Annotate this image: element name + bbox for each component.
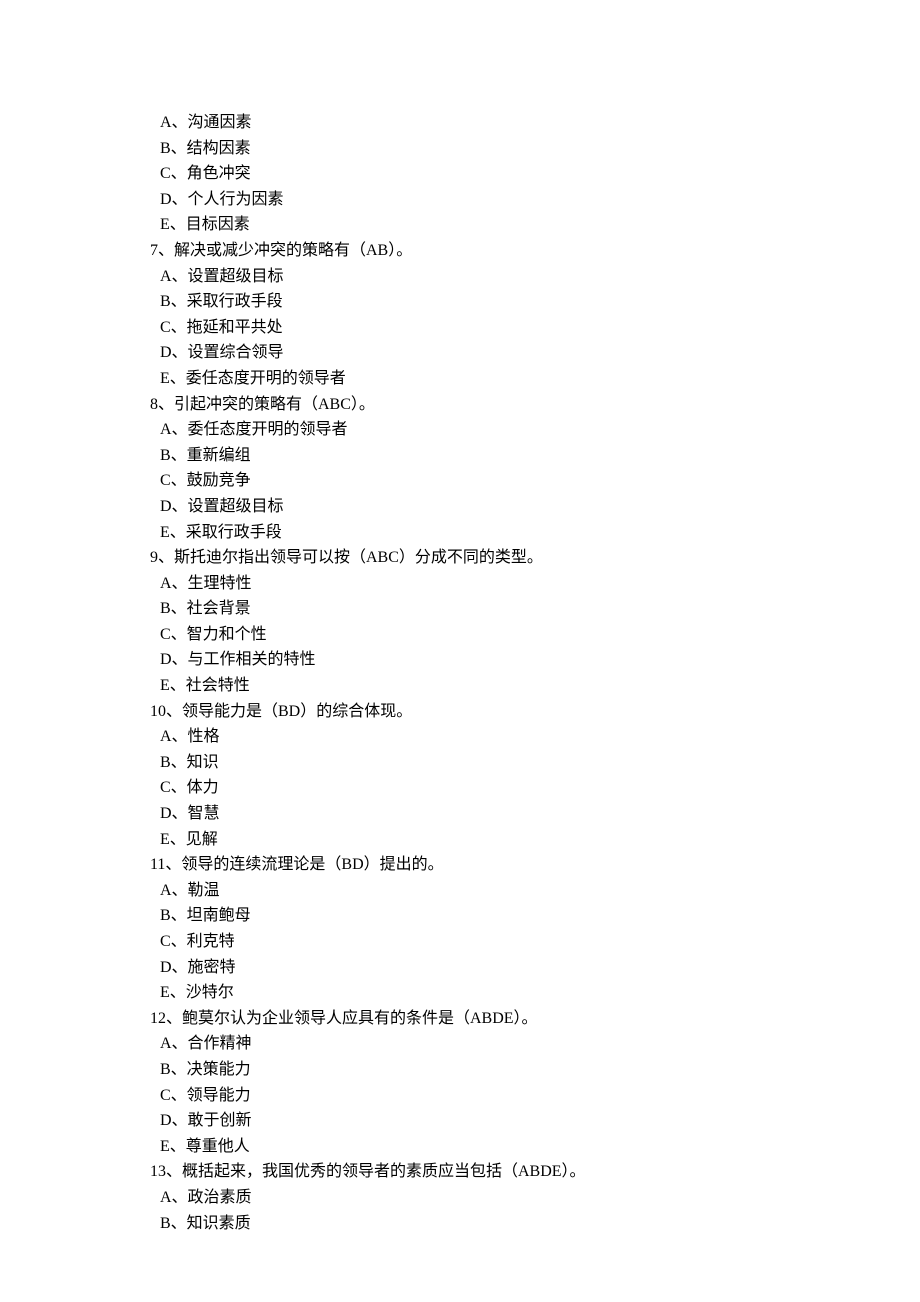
option-text: D、设置综合领导 [150, 340, 920, 366]
option-text: A、委任态度开明的领导者 [150, 417, 920, 443]
option-text: A、政治素质 [150, 1185, 920, 1211]
option-text: B、坦南鲍母 [150, 903, 920, 929]
option-text: B、知识 [150, 750, 920, 776]
question-text: 10、领导能力是（BD）的综合体现。 [150, 699, 920, 725]
option-text: B、结构因素 [150, 136, 920, 162]
option-text: B、采取行政手段 [150, 289, 920, 315]
question-text: 7、解决或减少冲突的策略有（AB）。 [150, 238, 920, 264]
option-text: C、鼓励竞争 [150, 468, 920, 494]
option-text: C、拖延和平共处 [150, 315, 920, 341]
option-text: B、社会背景 [150, 596, 920, 622]
option-text: D、个人行为因素 [150, 187, 920, 213]
option-text: D、敢于创新 [150, 1108, 920, 1134]
option-text: A、设置超级目标 [150, 264, 920, 290]
option-text: E、目标因素 [150, 212, 920, 238]
option-text: A、勒温 [150, 878, 920, 904]
option-text: D、施密特 [150, 955, 920, 981]
option-text: D、与工作相关的特性 [150, 647, 920, 673]
question-text: 12、鲍莫尔认为企业领导人应具有的条件是（ABDE）。 [150, 1006, 920, 1032]
option-text: E、社会特性 [150, 673, 920, 699]
question-text: 13、概括起来，我国优秀的领导者的素质应当包括（ABDE）。 [150, 1159, 920, 1185]
question-text: 9、斯托迪尔指出领导可以按（ABC）分成不同的类型。 [150, 545, 920, 571]
option-text: B、决策能力 [150, 1057, 920, 1083]
option-text: E、采取行政手段 [150, 520, 920, 546]
option-text: B、知识素质 [150, 1211, 920, 1237]
document-content: A、沟通因素 B、结构因素 C、角色冲突 D、个人行为因素 E、目标因素 7、解… [150, 110, 920, 1236]
question-text: 11、领导的连续流理论是（BD）提出的。 [150, 852, 920, 878]
option-text: E、委任态度开明的领导者 [150, 366, 920, 392]
option-text: B、重新编组 [150, 443, 920, 469]
option-text: A、沟通因素 [150, 110, 920, 136]
option-text: A、合作精神 [150, 1031, 920, 1057]
option-text: E、尊重他人 [150, 1134, 920, 1160]
option-text: A、生理特性 [150, 571, 920, 597]
option-text: C、利克特 [150, 929, 920, 955]
option-text: D、设置超级目标 [150, 494, 920, 520]
option-text: E、见解 [150, 827, 920, 853]
option-text: D、智慧 [150, 801, 920, 827]
option-text: C、智力和个性 [150, 622, 920, 648]
option-text: E、沙特尔 [150, 980, 920, 1006]
option-text: C、体力 [150, 775, 920, 801]
option-text: A、性格 [150, 724, 920, 750]
question-text: 8、引起冲突的策略有（ABC）。 [150, 392, 920, 418]
option-text: C、领导能力 [150, 1083, 920, 1109]
option-text: C、角色冲突 [150, 161, 920, 187]
